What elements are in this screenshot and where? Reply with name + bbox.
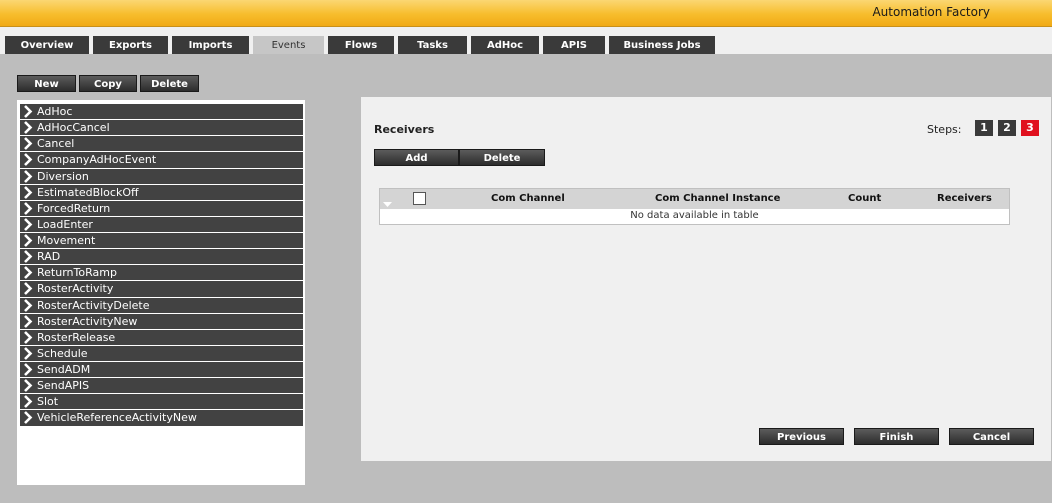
event-list-item[interactable]: AdHoc	[20, 104, 303, 120]
event-list-item-label: Slot	[37, 395, 59, 409]
chevron-right-icon	[22, 298, 34, 313]
step-3-button[interactable]: 3	[1021, 120, 1039, 136]
event-list-item-label: RosterActivity	[37, 282, 114, 296]
app-header: Automation Factory	[0, 0, 1052, 27]
delete-receiver-button[interactable]: Delete	[459, 149, 545, 166]
cancel-button[interactable]: Cancel	[949, 428, 1034, 445]
event-list-item-label: Movement	[37, 234, 96, 247]
tab-business-jobs[interactable]: Business Jobs	[609, 36, 715, 54]
event-list-item-label: Cancel	[37, 137, 75, 151]
event-list-item[interactable]: SendAPIS	[20, 378, 303, 394]
previous-button[interactable]: Previous	[759, 428, 844, 445]
chevron-right-icon	[22, 185, 34, 200]
column-header-com-channel-instance[interactable]: Com Channel Instance	[655, 193, 780, 204]
event-list-item-label: LoadEnter	[37, 217, 93, 231]
select-all-checkbox[interactable]	[413, 192, 426, 205]
table-header: Com Channel Com Channel Instance Count R…	[380, 189, 1009, 209]
tab-adhoc[interactable]: AdHoc	[471, 36, 539, 54]
chevron-right-icon	[22, 362, 34, 377]
app-title: Automation Factory	[872, 5, 990, 19]
event-list-item-label: RosterRelease	[37, 330, 116, 344]
event-list-item[interactable]: EstimatedBlockOff	[20, 184, 303, 200]
chevron-right-icon	[22, 346, 34, 361]
event-list-item[interactable]: LoadEnter	[20, 216, 303, 233]
chevron-right-icon	[22, 169, 34, 184]
event-list-item[interactable]: AdHocCancel	[20, 120, 303, 136]
event-list-item[interactable]: ReturnToRamp	[20, 265, 303, 281]
event-list-item[interactable]: RosterActivityDelete	[20, 297, 303, 313]
copy-button[interactable]: Copy	[79, 75, 137, 92]
chevron-right-icon	[22, 314, 34, 329]
main-tab-bar: Overview Exports Imports Events Flows Ta…	[0, 27, 1052, 54]
chevron-right-icon	[22, 249, 34, 264]
tab-exports[interactable]: Exports	[93, 36, 168, 54]
chevron-right-icon	[22, 120, 34, 135]
event-list-item[interactable]: SendADM	[20, 362, 303, 378]
chevron-right-icon	[22, 394, 34, 409]
event-list-item-label: ReturnToRamp	[37, 266, 117, 280]
event-list-item[interactable]: Cancel	[20, 136, 303, 152]
chevron-right-icon	[22, 330, 34, 345]
sort-down-icon[interactable]	[383, 197, 392, 210]
column-header-com-channel[interactable]: Com Channel	[491, 193, 565, 204]
chevron-right-icon	[22, 136, 34, 151]
tab-apis[interactable]: APIS	[543, 36, 605, 54]
receivers-table: Com Channel Com Channel Instance Count R…	[379, 188, 1010, 225]
chevron-right-icon	[22, 233, 34, 248]
event-list-item[interactable]: RosterRelease	[20, 329, 303, 345]
event-list-item[interactable]: CompanyAdHocEvent	[20, 152, 303, 168]
event-list-item-label: Schedule	[37, 346, 88, 360]
add-receiver-button[interactable]: Add	[374, 149, 459, 166]
step-1-button[interactable]: 1	[975, 120, 993, 136]
event-list-item[interactable]: RosterActivity	[20, 281, 303, 297]
event-list-item-label: EstimatedBlockOff	[37, 185, 139, 199]
chevron-right-icon	[22, 281, 34, 296]
event-list-item-label: RosterActivityDelete	[37, 298, 150, 312]
event-list-item-label: SendAPIS	[37, 379, 90, 393]
tab-events[interactable]: Events	[253, 36, 324, 54]
event-list-item-label: ForcedReturn	[37, 201, 111, 215]
event-list-item-label: AdHoc	[37, 105, 73, 118]
event-list-item-label: Diversion	[37, 169, 89, 183]
event-list-item-label: RosterActivityNew	[37, 314, 138, 328]
step-2-button[interactable]: 2	[998, 120, 1016, 136]
event-list-item-label: VehicleReferenceActivityNew	[37, 411, 197, 425]
column-header-receivers[interactable]: Receivers	[937, 193, 992, 204]
event-list-item-label: CompanyAdHocEvent	[37, 153, 157, 167]
tab-imports[interactable]: Imports	[172, 36, 249, 54]
column-header-count[interactable]: Count	[848, 193, 881, 204]
chevron-right-icon	[22, 104, 34, 119]
tab-overview[interactable]: Overview	[5, 36, 89, 54]
chevron-right-icon	[22, 265, 34, 280]
event-list: AdHoc AdHocCancel Cancel CompanyAdHocEvent D…	[20, 104, 303, 427]
delete-button[interactable]: Delete	[140, 75, 199, 92]
event-list-item[interactable]: ForcedReturn	[20, 200, 303, 216]
event-list-item[interactable]: Diversion	[20, 168, 303, 184]
tab-tasks[interactable]: Tasks	[398, 36, 467, 54]
event-list-item-label: RAD	[37, 250, 61, 264]
section-title: Receivers	[374, 123, 435, 136]
chevron-right-icon	[22, 201, 34, 216]
empty-table-message: No data available in table	[630, 210, 759, 221]
new-button[interactable]: New	[17, 75, 76, 92]
event-list-item[interactable]: RAD	[20, 249, 303, 265]
event-list-item[interactable]: RosterActivityNew	[20, 313, 303, 329]
event-list-item[interactable]: Slot	[20, 394, 303, 410]
event-list-item[interactable]: Movement	[20, 233, 303, 249]
event-list-item[interactable]: Schedule	[20, 345, 303, 362]
steps-label: Steps:	[927, 123, 962, 136]
chevron-right-icon	[22, 378, 34, 393]
event-list-panel: AdHoc AdHocCancel Cancel CompanyAdHocEvent D…	[17, 100, 305, 485]
chevron-right-icon	[22, 410, 34, 425]
tab-flows[interactable]: Flows	[328, 36, 394, 54]
event-list-item-label: AdHocCancel	[37, 121, 110, 135]
event-list-item-label: SendADM	[37, 363, 91, 376]
finish-button[interactable]: Finish	[854, 428, 939, 445]
chevron-right-icon	[22, 152, 34, 167]
event-list-item[interactable]: VehicleReferenceActivityNew	[20, 410, 303, 426]
chevron-right-icon	[22, 217, 34, 232]
